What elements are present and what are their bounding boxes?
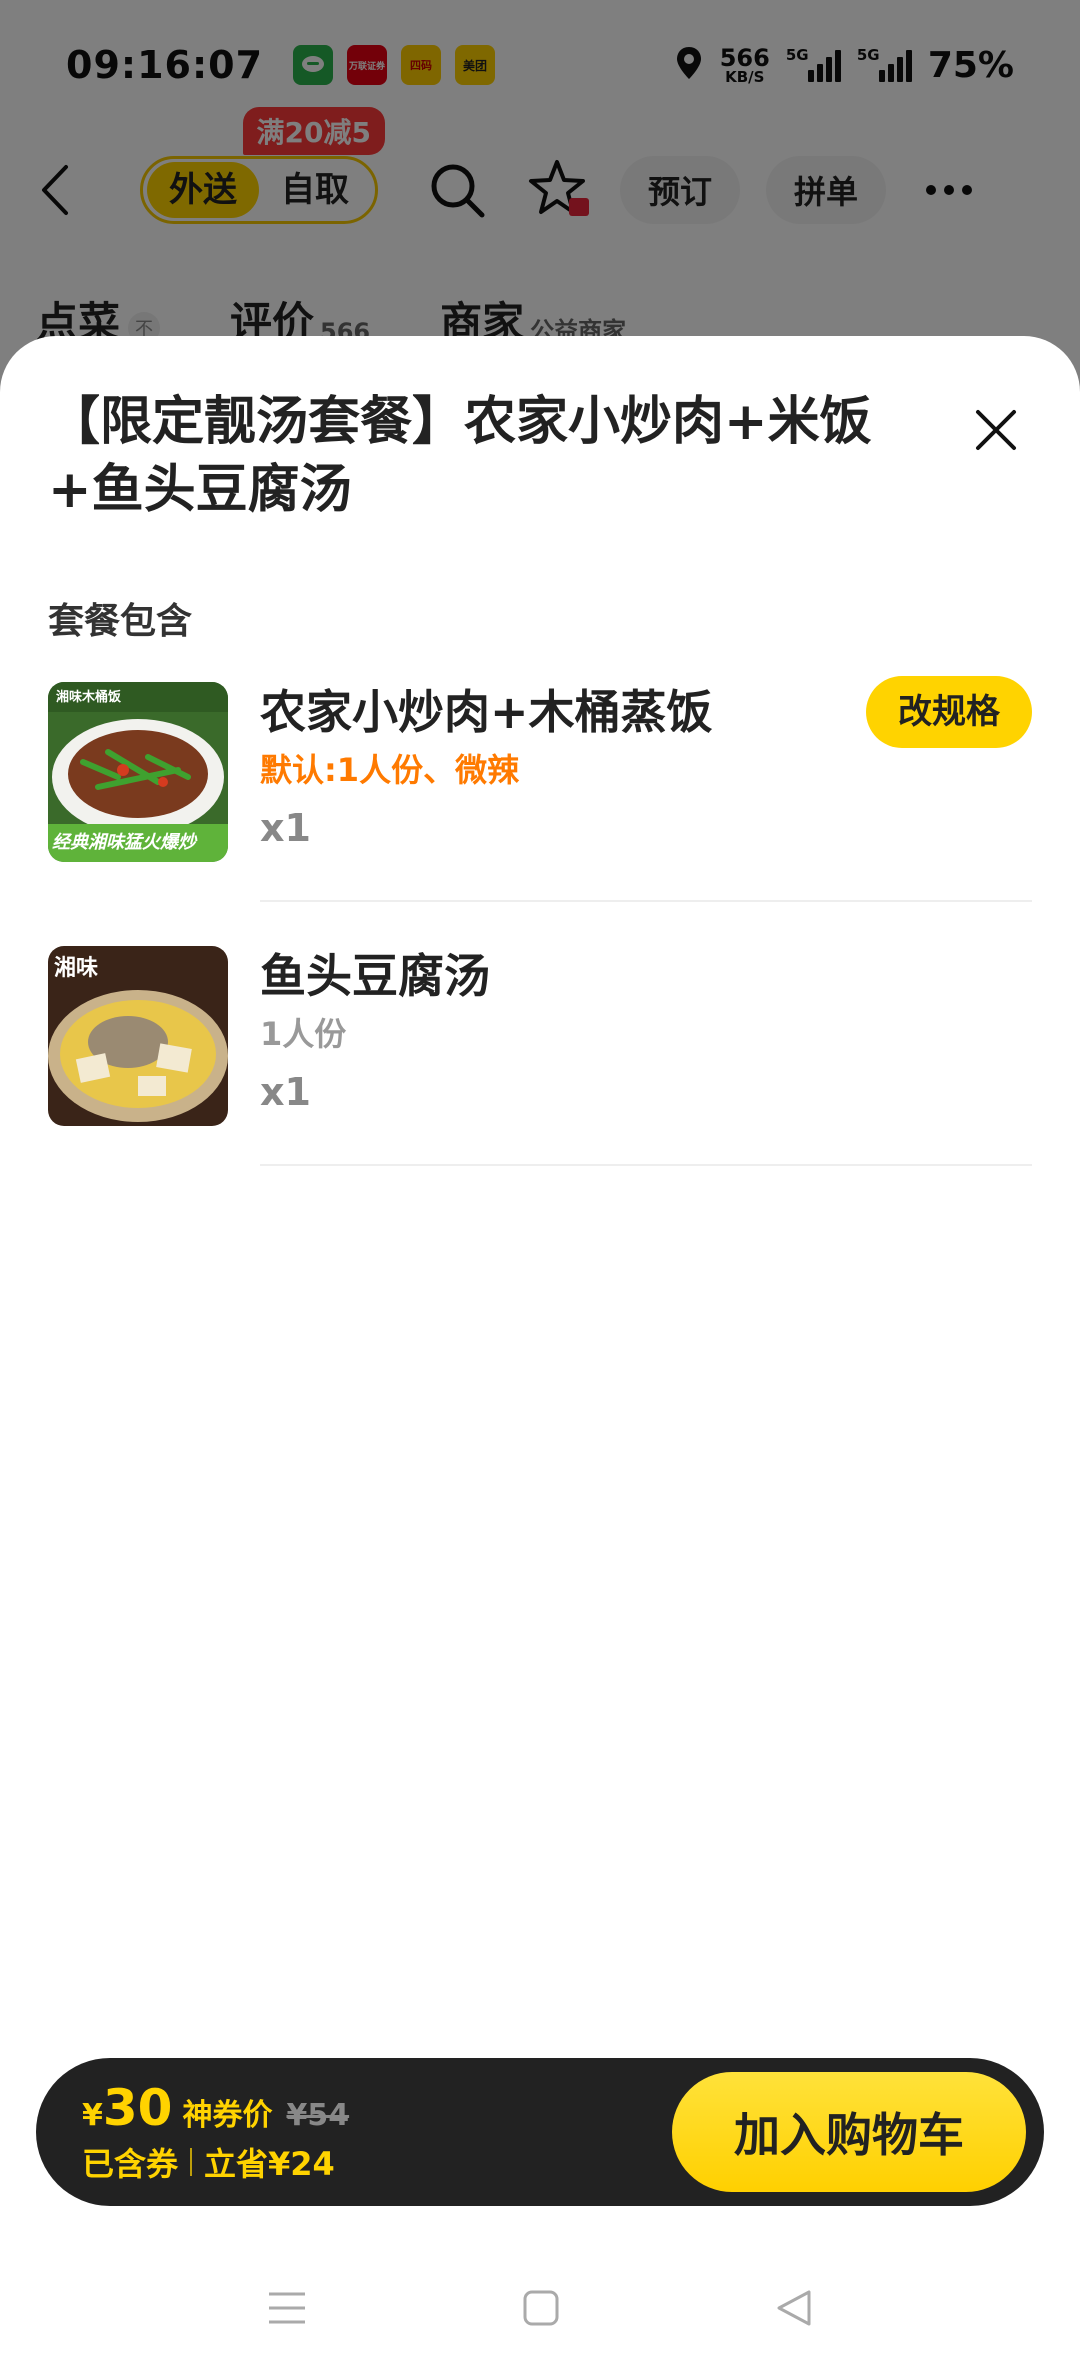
divider — [260, 1164, 1032, 1166]
item-spec: 默认:1人份、微辣 — [260, 751, 520, 789]
thumb-tag: 湘味木桶饭 — [56, 690, 122, 705]
original-price: ¥54 — [286, 2098, 350, 2133]
thumb-tag: 湘味 — [54, 956, 99, 981]
fish-head-tofu-soup-photo: 湘味 — [48, 946, 228, 1126]
combo-title: 【限定靓汤套餐】农家小炒肉+米饭+鱼头豆腐汤 — [48, 392, 872, 520]
price-block: ¥ 30 神券价 ¥54 已含券 立省¥24 — [82, 2079, 349, 2185]
add-to-cart-button[interactable]: 加入购物车 — [672, 2072, 1026, 2192]
currency-symbol: ¥ — [82, 2098, 103, 2133]
item-name: 鱼头豆腐汤 — [260, 949, 490, 1003]
separator — [190, 2148, 193, 2176]
coupon-price: 30 — [102, 2079, 173, 2137]
checkout-bar: ¥ 30 神券价 ¥54 已含券 立省¥24 加入购物车 — [36, 2058, 1044, 2206]
home-icon[interactable] — [522, 2289, 560, 2331]
stir-fry-pork-photo: 湘味木桶饭 经典湘味猛火爆炒 — [48, 682, 228, 862]
thumb-caption: 经典湘味猛火爆炒 — [52, 832, 196, 853]
section-title: 套餐包含 — [48, 601, 193, 642]
divider — [260, 900, 1032, 902]
item-spec: 1人份 — [260, 1015, 347, 1053]
savings-label: 立省¥24 — [204, 2145, 335, 2183]
price-label: 神券价 — [182, 2098, 273, 2133]
system-navigation — [0, 2270, 1080, 2350]
change-spec-button[interactable]: 改规格 — [866, 676, 1032, 748]
close-icon[interactable] — [972, 406, 1020, 454]
menu-icon[interactable] — [267, 2290, 307, 2330]
list-item: 湘味 鱼头豆腐汤 1人份 x1 — [48, 946, 1032, 1166]
list-item: 湘味木桶饭 经典湘味猛火爆炒 农家小炒肉+木桶蒸饭 默认:1人份、微辣 x1 改… — [48, 676, 1032, 902]
item-quantity: x1 — [260, 1070, 311, 1114]
coupon-included-label: 已含券 — [82, 2145, 179, 2183]
back-triangle-icon[interactable] — [775, 2288, 813, 2332]
item-quantity: x1 — [260, 806, 311, 850]
